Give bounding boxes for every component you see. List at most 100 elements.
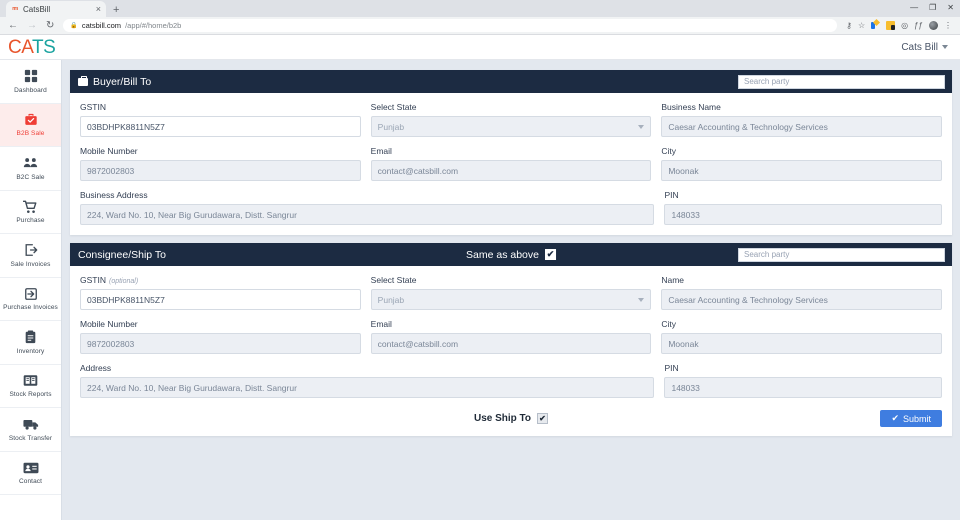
buyer-row-1: GSTIN 03BDHPK8811N5Z7 Select State Punja…: [80, 102, 943, 137]
buyer-gstin-input[interactable]: 03BDHPK8811N5Z7: [80, 116, 361, 137]
minimize-icon[interactable]: —: [910, 3, 918, 12]
sidebar-item-b2b-sale[interactable]: B2B Sale: [0, 103, 61, 147]
consignee-state-select[interactable]: Punjab: [370, 289, 652, 310]
forward-icon: →: [27, 19, 37, 31]
consignee-address-input[interactable]: 224, Ward No. 10, Near Big Gurudawara, D…: [80, 377, 655, 398]
window-controls: — ❐ ✕: [910, 3, 954, 12]
sidebar-item-b2c-sale[interactable]: B2C Sale: [0, 147, 61, 191]
sidebar-item-inventory[interactable]: Inventory: [0, 321, 61, 365]
consignee-card-header: Consignee/Ship To Same as above ✔ Search…: [70, 243, 952, 266]
same-as-above-toggle[interactable]: Same as above ✔: [466, 249, 556, 261]
tab-strip: rm CatsBill × + — ❐ ✕: [0, 0, 960, 17]
use-ship-to-toggle[interactable]: Use Ship To ✔: [474, 413, 549, 424]
star-icon[interactable]: ☆: [858, 21, 865, 30]
buyer-city-field: City Moonak: [661, 146, 943, 181]
sidebar-item-dashboard[interactable]: Dashboard: [0, 60, 61, 104]
sidebar-item-contact[interactable]: Contact: [0, 452, 61, 495]
consignee-gstin-input[interactable]: 03BDHPK8811N5Z7: [80, 289, 361, 310]
logo[interactable]: CATS: [8, 36, 56, 58]
buyer-mobile-label: Mobile Number: [80, 146, 138, 156]
buyer-business-name-value: Caesar Accounting & Technology Services: [668, 121, 828, 132]
report-icon: [23, 373, 38, 388]
script-icon[interactable]: ƒƒ: [914, 21, 923, 30]
buyer-mobile-input[interactable]: 9872002803: [80, 160, 361, 181]
clipboard-icon: [24, 330, 37, 345]
back-icon[interactable]: ←: [8, 20, 18, 31]
sidebar-label: Contact: [18, 478, 43, 486]
consignee-name-field: Name Caesar Accounting & Technology Serv…: [661, 275, 943, 310]
logo-text-1: CA: [8, 36, 32, 58]
buyer-address-input[interactable]: 224, Ward No. 10, Near Big Gurudawara, D…: [80, 204, 655, 225]
sidebar-item-sale-invoices[interactable]: Sale Invoices: [0, 234, 61, 278]
favicon: rm: [12, 6, 18, 12]
close-icon[interactable]: ×: [96, 4, 101, 14]
submit-button[interactable]: ✔ Submit: [880, 410, 942, 427]
toolbar-icons: ⚷ ☆ ◎ ƒƒ ⋮: [846, 21, 952, 30]
consignee-gstin-value: 03BDHPK8811N5Z7: [87, 294, 165, 305]
buyer-title-text: Buyer/Bill To: [93, 75, 152, 88]
consignee-mobile-value: 9872002803: [87, 338, 135, 349]
consignee-name-input[interactable]: Caesar Accounting & Technology Services: [661, 289, 943, 310]
sidebar-label: Purchase Invoices: [3, 304, 58, 312]
sidebar-label: Sale Invoices: [10, 260, 51, 268]
consignee-ship-to-card: Consignee/Ship To Same as above ✔ Search…: [70, 243, 952, 436]
chevron-down-icon: [638, 124, 645, 129]
url-domain: catsbill.com: [81, 21, 122, 30]
consignee-title-text: Consignee/Ship To: [78, 248, 166, 261]
sidebar-item-purchase-invoices[interactable]: Purchase Invoices: [0, 278, 61, 321]
avatar[interactable]: [929, 21, 938, 30]
browser-toolbar: ← → ↻ 🔒 catsbill.com/app/#/home/b2b ⚷ ☆ …: [0, 17, 960, 35]
reload-icon[interactable]: ↻: [46, 20, 54, 31]
buyer-pin-input[interactable]: 148033: [664, 204, 942, 225]
shield-icon[interactable]: ◎: [901, 21, 908, 30]
consignee-email-input[interactable]: contact@catsbill.com: [370, 333, 652, 354]
same-as-above-checkbox[interactable]: ✔: [544, 249, 556, 260]
user-menu[interactable]: Cats Bill: [901, 42, 948, 53]
extension-note-icon[interactable]: [886, 21, 896, 30]
buyer-bill-to-card: Buyer/Bill To Search party GSTIN 03BDHPK…: [70, 70, 952, 235]
consignee-mobile-input[interactable]: 9872002803: [80, 333, 361, 354]
buyer-email-input[interactable]: contact@catsbill.com: [370, 160, 652, 181]
use-ship-to-checkbox[interactable]: ✔: [537, 413, 549, 424]
sidebar-label: B2B Sale: [16, 130, 45, 138]
browser-menu-icon[interactable]: ⋮: [944, 21, 952, 30]
sidebar-item-stock-transfer[interactable]: Stock Transfer: [0, 408, 61, 452]
consignee-name-label: Name: [661, 275, 685, 285]
sidebar-item-purchase[interactable]: Purchase: [0, 191, 61, 234]
sidebar-item-stock-reports[interactable]: Stock Reports: [0, 365, 61, 408]
consignee-city-input[interactable]: Moonak: [661, 333, 943, 354]
extension-pen-icon[interactable]: [871, 21, 880, 30]
consignee-state-value: Punjab: [377, 294, 405, 305]
buyer-state-field: Select State Punjab: [370, 102, 652, 137]
buyer-search-party-input[interactable]: Search party: [738, 74, 945, 89]
sidebar-label: Dashboard: [14, 86, 47, 94]
users-icon: [23, 156, 38, 171]
form-footer: Use Ship To ✔ ✔ Submit: [80, 407, 942, 427]
consignee-address-field: Address 224, Ward No. 10, Near Big Gurud…: [80, 363, 655, 398]
buyer-city-input[interactable]: Moonak: [661, 160, 943, 181]
new-tab-icon[interactable]: +: [113, 4, 119, 16]
consignee-email-field: Email contact@catsbill.com: [370, 319, 652, 354]
sidebar-label: Inventory: [16, 347, 45, 355]
buyer-row-2: Mobile Number 9872002803 Email contact@c…: [80, 146, 943, 181]
buyer-address-label: Business Address: [80, 190, 148, 200]
buyer-pin-value: 148033: [671, 209, 700, 220]
consignee-pin-label: PIN: [664, 363, 679, 373]
consignee-pin-input[interactable]: 148033: [664, 377, 942, 398]
buyer-city-label: City: [661, 146, 676, 156]
window-close-icon[interactable]: ✕: [947, 3, 954, 12]
consignee-gstin-label-text: GSTIN: [80, 275, 106, 285]
consignee-search-party-input[interactable]: Search party: [738, 247, 945, 262]
same-as-above-label: Same as above: [466, 248, 539, 261]
buyer-business-name-input[interactable]: Caesar Accounting & Technology Services: [661, 116, 943, 137]
submit-button-label: Submit: [902, 413, 931, 424]
browser-tab[interactable]: rm CatsBill ×: [6, 1, 106, 17]
consignee-address-value: 224, Ward No. 10, Near Big Gurudawara, D…: [87, 382, 297, 393]
buyer-state-select[interactable]: Punjab: [370, 116, 652, 137]
briefcase-icon: [78, 75, 88, 86]
app-body: Dashboard B2B Sale B2C Sale Purchase Sal…: [0, 60, 960, 520]
address-bar[interactable]: 🔒 catsbill.com/app/#/home/b2b: [63, 19, 838, 32]
maximize-icon[interactable]: ❐: [929, 3, 936, 12]
key-icon[interactable]: ⚷: [846, 21, 852, 30]
browser-window: rm CatsBill × + — ❐ ✕ ← → ↻ 🔒 catsbill.c…: [0, 0, 960, 520]
